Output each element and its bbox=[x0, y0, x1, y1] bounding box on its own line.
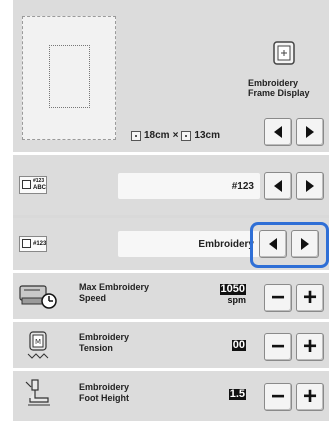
thread-color-icon: #123 bbox=[19, 236, 47, 252]
tension-minus-button[interactable]: − bbox=[264, 333, 292, 361]
foot-height-value: 1.5 bbox=[200, 389, 246, 400]
frame-width-value: 18cm bbox=[144, 130, 170, 141]
tension-value-number: 00 bbox=[231, 339, 246, 351]
thread-tension-icon: M bbox=[27, 331, 49, 359]
speed-label: Max Embroidery Speed bbox=[79, 282, 149, 304]
left-arrow-icon bbox=[274, 126, 282, 138]
speed-label-line2: Speed bbox=[79, 293, 107, 303]
speed-plus-button[interactable]: + bbox=[296, 284, 324, 312]
font-code-prev-button[interactable] bbox=[264, 172, 292, 200]
plus-icon: + bbox=[302, 383, 317, 410]
foot-height-label: Embroidery Foot Height bbox=[79, 382, 129, 404]
frame-height-icon bbox=[181, 130, 192, 141]
foot-height-minus-button[interactable]: − bbox=[264, 383, 292, 411]
font-code-next-button[interactable] bbox=[296, 172, 324, 200]
speed-label-line1: Max Embroidery bbox=[79, 282, 150, 292]
plus-icon: + bbox=[302, 333, 317, 360]
right-arrow-icon bbox=[306, 126, 314, 138]
frame-prev-button[interactable] bbox=[264, 118, 292, 146]
font-code-icon-top: #123 bbox=[33, 178, 45, 184]
speed-unit: spm bbox=[227, 295, 246, 305]
foot-height-label-line1: Embroidery bbox=[79, 382, 130, 392]
thread-color-value: Embroidery bbox=[118, 231, 260, 257]
minus-icon: − bbox=[270, 333, 285, 360]
frame-label-line1: Embroidery bbox=[248, 78, 299, 88]
highlight-frame bbox=[250, 222, 329, 268]
frame-label-line2: Frame Display bbox=[248, 88, 310, 98]
speed-value-number: 1050 bbox=[219, 283, 246, 295]
thread-color-icon-text: #123 bbox=[33, 241, 47, 247]
tension-label-line1: Embroidery bbox=[79, 332, 130, 342]
plus-icon: + bbox=[302, 284, 317, 311]
frame-size-separator: × bbox=[172, 130, 179, 141]
svg-text:M: M bbox=[35, 338, 41, 346]
frame-display-label: Embroidery Frame Display bbox=[248, 78, 329, 98]
foot-height-value-number: 1.5 bbox=[228, 388, 246, 400]
left-arrow-icon bbox=[274, 180, 282, 192]
frame-height-value: 13cm bbox=[194, 130, 220, 141]
tension-label-line2: Tension bbox=[79, 343, 113, 353]
thread-color-icon-square bbox=[22, 239, 31, 248]
tension-label: Embroidery Tension bbox=[79, 332, 129, 354]
frame-next-button[interactable] bbox=[296, 118, 324, 146]
font-code-value: #123 bbox=[118, 173, 260, 199]
frame-width-icon bbox=[131, 130, 141, 141]
font-code-icon-square bbox=[22, 180, 31, 189]
font-code-icon-bottom: ABC bbox=[33, 185, 46, 191]
minus-icon: − bbox=[270, 284, 285, 311]
minus-icon: − bbox=[270, 383, 285, 410]
tension-value: 00 bbox=[200, 340, 246, 351]
embroidery-frame-icon bbox=[273, 41, 295, 65]
speed-minus-button[interactable]: − bbox=[264, 284, 292, 312]
foot-height-label-line2: Foot Height bbox=[79, 393, 129, 403]
frame-preview-area bbox=[49, 45, 90, 108]
right-arrow-icon bbox=[306, 180, 314, 192]
tension-plus-button[interactable]: + bbox=[296, 333, 324, 361]
frame-size: 18cm × 13cm bbox=[131, 130, 220, 141]
sewing-machine-speed-icon bbox=[19, 285, 57, 309]
font-code-icon: #123 ABC bbox=[19, 176, 47, 194]
foot-height-plus-button[interactable]: + bbox=[296, 383, 324, 411]
embroidery-foot-icon bbox=[25, 379, 50, 406]
speed-value: 1050 spm bbox=[200, 284, 246, 306]
